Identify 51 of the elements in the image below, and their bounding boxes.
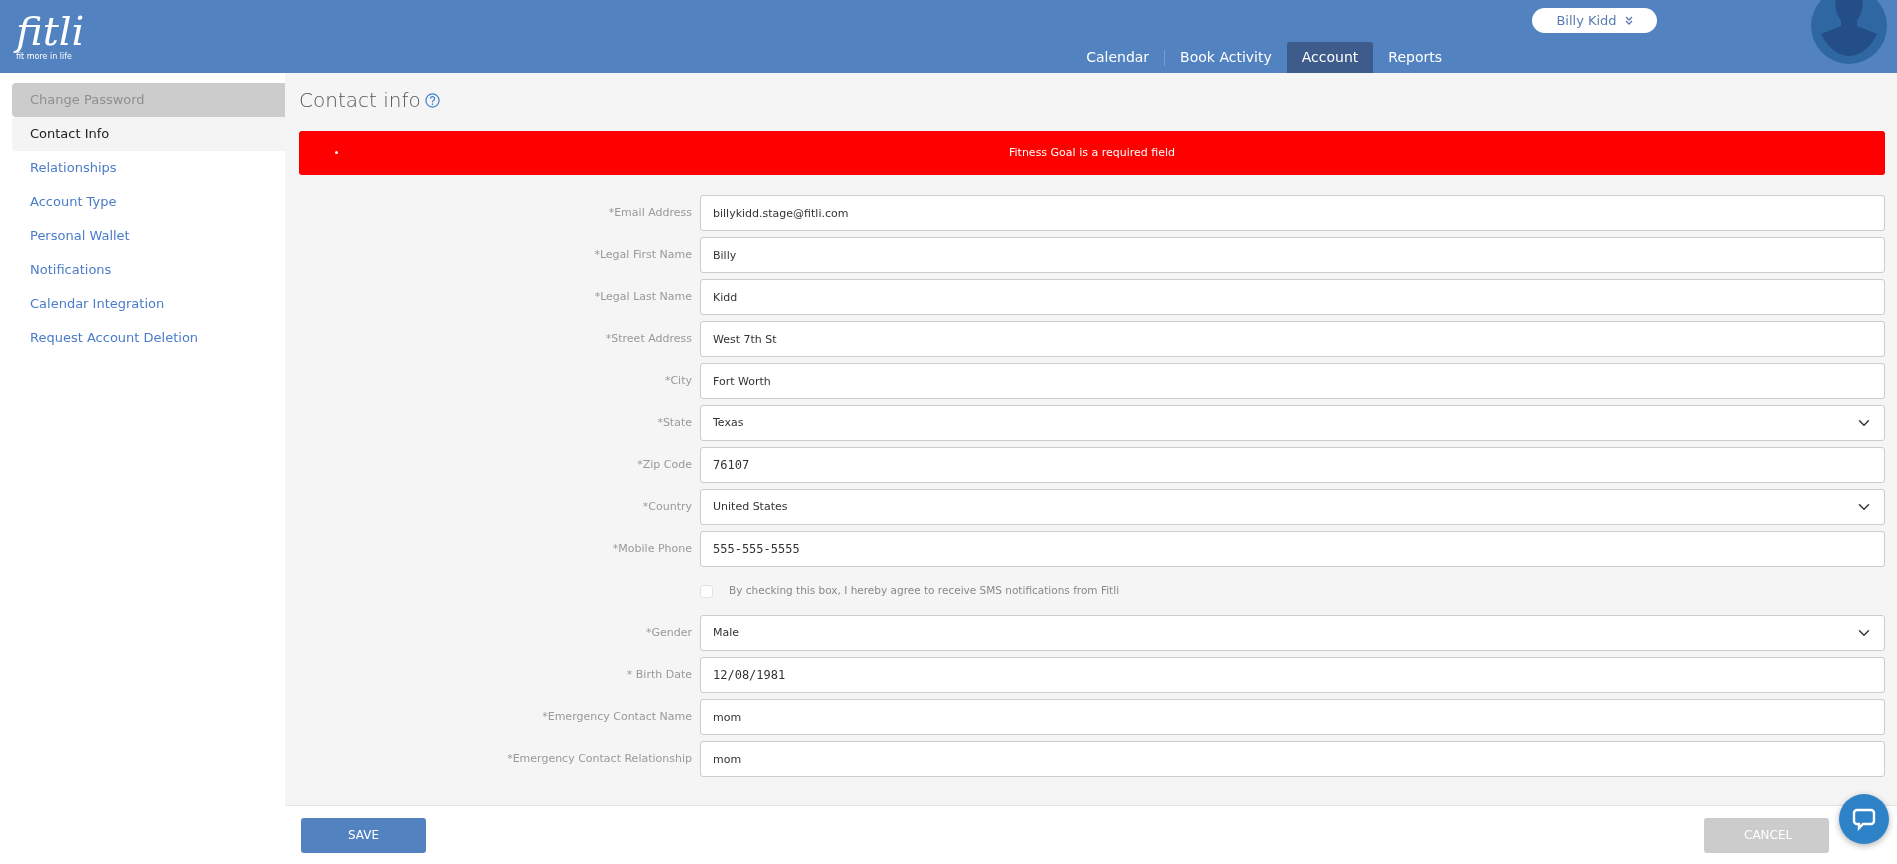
field-label: *Legal Last Name	[593, 288, 692, 305]
sidebar-item[interactable]: Account Type	[12, 185, 285, 219]
user-name: Billy Kidd	[1556, 11, 1617, 30]
input-field[interactable]: Billy	[700, 237, 1885, 273]
field-label: *Legal First Name	[593, 246, 692, 263]
field-label: *Mobile Phone	[611, 540, 692, 557]
save-button[interactable]: SAVE	[301, 817, 426, 853]
field-label: * Birth Date	[625, 666, 692, 683]
input-field[interactable]: Fort Worth	[700, 363, 1885, 399]
sidebar-item[interactable]: Personal Wallet	[12, 219, 285, 253]
field-label: *Street Address	[604, 330, 692, 347]
nav-tab[interactable]: Calendar	[1071, 42, 1165, 73]
help-icon[interactable]	[424, 92, 440, 108]
nav-tab[interactable]: Account	[1286, 42, 1374, 73]
input-field[interactable]: 12/08/1981	[700, 657, 1885, 693]
sidebar-item[interactable]: Notifications	[12, 253, 285, 287]
checkbox-label: By checking this box, I hereby agree to receive SMS notifications from Fitli	[729, 583, 1120, 599]
field-label: *City	[663, 372, 692, 389]
field-label: *Zip Code	[636, 456, 692, 473]
page-title: Contact info	[299, 87, 421, 114]
input-field[interactable]: billykidd.stage@fitli.com	[700, 195, 1885, 231]
error-message: Fitness Goal is a required field	[1009, 144, 1175, 161]
sidebar-item[interactable]: Relationships	[12, 151, 285, 185]
user-menu[interactable]: Billy Kidd	[1532, 8, 1657, 33]
avatar-icon[interactable]	[1809, 0, 1889, 66]
nav-tab[interactable]: Reports	[1373, 42, 1457, 73]
chevron-down-icon	[1624, 16, 1633, 25]
input-field[interactable]: Kidd	[700, 279, 1885, 315]
field-label: *Emergency Contact Name	[541, 708, 692, 725]
field-label: *Country	[641, 498, 692, 515]
input-field[interactable]: mom	[700, 741, 1885, 777]
field-label: *Email Address	[607, 204, 692, 221]
nav-tab[interactable]: Book Activity	[1165, 42, 1287, 73]
select-field[interactable]: United States	[700, 489, 1885, 525]
sidebar-item[interactable]: Calendar Integration	[12, 287, 285, 321]
input-field[interactable]: mom	[700, 699, 1885, 735]
field-label: *Emergency Contact Relationship	[506, 750, 692, 767]
sidebar-item[interactable]: Request Account Deletion	[12, 321, 285, 355]
select-field[interactable]: Male	[700, 615, 1885, 651]
input-field[interactable]: West 7th St	[700, 321, 1885, 357]
logo-tagline: fit more in life	[16, 51, 72, 63]
select-field[interactable]: Texas	[700, 405, 1885, 441]
field-label: *State	[656, 414, 692, 431]
input-field[interactable]: 76107	[700, 447, 1885, 483]
chat-bubble-icon	[1852, 807, 1876, 831]
chat-button[interactable]	[1839, 794, 1889, 844]
bullet-icon	[335, 151, 338, 154]
sidebar-item[interactable]: Contact Info	[12, 117, 285, 151]
sms-consent-checkbox[interactable]	[700, 584, 713, 598]
input-field[interactable]: 555-555-5555	[700, 531, 1885, 567]
field-label: *Gender	[644, 624, 692, 641]
